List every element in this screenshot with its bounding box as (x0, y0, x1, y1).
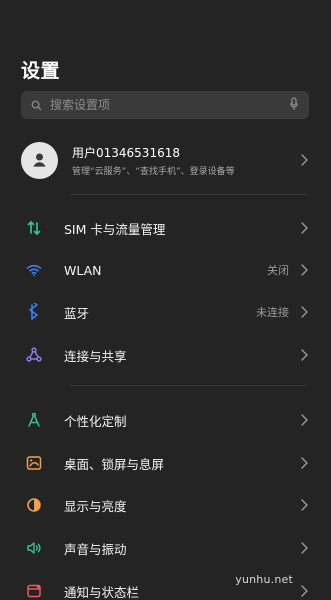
settings-row-connection-share[interactable]: 连接与共享 (21, 340, 309, 370)
sim-data-icon (21, 215, 47, 241)
personalize-icon (21, 407, 47, 433)
row-left-group: 个性化定制 (21, 407, 127, 433)
user-avatar-icon (21, 141, 58, 179)
settings-row-personalize[interactable]: 个性化定制 (21, 405, 309, 435)
sound-vibration-icon (21, 535, 47, 561)
row-label: 连接与共享 (64, 348, 127, 364)
row-left-group: 桌面、锁屏与息屏 (21, 450, 164, 476)
row-right-group: 关闭 (267, 262, 309, 278)
profile-name: 用户01346531618 (72, 145, 180, 160)
row-right-group (299, 221, 309, 235)
search-left-group (31, 96, 289, 115)
row-label: 通知与状态栏 (64, 584, 140, 600)
notification-status-bar-icon (21, 578, 47, 600)
page-title: 设置 (21, 60, 61, 82)
row-right-group (299, 541, 309, 555)
settings-row-sound-vibration[interactable]: 声音与振动 (21, 533, 309, 563)
settings-row-wlan[interactable]: WLAN 关闭 (21, 255, 309, 285)
row-value: 未连接 (256, 306, 289, 319)
row-left-group: 声音与振动 (21, 535, 127, 561)
bluetooth-icon (21, 299, 47, 325)
settings-row-display-brightness[interactable]: 显示与亮度 (21, 490, 309, 520)
watermark-text: yunhu.net (235, 573, 293, 586)
chevron-right-icon (299, 498, 309, 512)
display-brightness-icon (21, 492, 47, 518)
chevron-right-icon (299, 584, 309, 598)
row-left-group: 显示与亮度 (21, 492, 127, 518)
account-profile[interactable]: 用户01346531618 管理“云服务”、“查找手机”、登录设备等 (21, 140, 309, 180)
chevron-right-icon (299, 456, 309, 470)
connection-share-icon (21, 342, 47, 368)
row-label: 显示与亮度 (64, 498, 127, 514)
row-left-group: 连接与共享 (21, 342, 127, 368)
row-left-group: 蓝牙 (21, 299, 89, 325)
chevron-right-icon (299, 263, 309, 277)
row-label: SIM 卡与流量管理 (64, 221, 166, 237)
chevron-right-icon (299, 305, 309, 319)
chevron-right-icon (299, 348, 309, 362)
profile-text: 用户01346531618 管理“云服务”、“查找手机”、登录设备等 (72, 144, 235, 177)
wifi-icon (21, 257, 47, 283)
row-label: 声音与振动 (64, 541, 127, 557)
row-right-group (299, 498, 309, 512)
row-right-group (299, 413, 309, 427)
settings-row-sim[interactable]: SIM 卡与流量管理 (21, 213, 309, 243)
row-right-group (299, 456, 309, 470)
row-right-group (299, 348, 309, 362)
row-left-group: SIM 卡与流量管理 (21, 215, 165, 241)
row-left-group: 通知与状态栏 (21, 578, 139, 600)
row-label: 个性化定制 (64, 413, 127, 429)
chevron-right-icon (299, 221, 309, 235)
section-divider (70, 385, 307, 386)
settings-screen: 设置 搜索设置项 用户01346531618 管理“云服务”、“查找手机”、登录… (0, 0, 331, 600)
chevron-right-icon (299, 153, 309, 167)
row-right-group (299, 584, 309, 598)
row-label: 蓝牙 (64, 305, 90, 321)
row-right-group: 未连接 (256, 304, 309, 320)
search-input[interactable] (50, 98, 260, 112)
settings-row-bluetooth[interactable]: 蓝牙 未连接 (21, 297, 309, 327)
desktop-lock-icon (21, 450, 47, 476)
row-value: 关闭 (267, 264, 289, 277)
row-label: WLAN (64, 262, 102, 278)
settings-row-desktop-lockscreen[interactable]: 桌面、锁屏与息屏 (21, 448, 309, 478)
section-divider (70, 194, 307, 195)
row-left-group: WLAN (21, 257, 102, 283)
chevron-right-icon (299, 541, 309, 555)
chevron-right-icon (299, 413, 309, 427)
microphone-icon[interactable] (289, 96, 299, 115)
search-icon (31, 96, 42, 115)
search-bar[interactable] (21, 91, 309, 119)
profile-left-group: 用户01346531618 管理“云服务”、“查找手机”、登录设备等 (21, 141, 235, 179)
profile-subtitle: 管理“云服务”、“查找手机”、登录设备等 (72, 166, 235, 177)
row-label: 桌面、锁屏与息屏 (64, 456, 165, 472)
